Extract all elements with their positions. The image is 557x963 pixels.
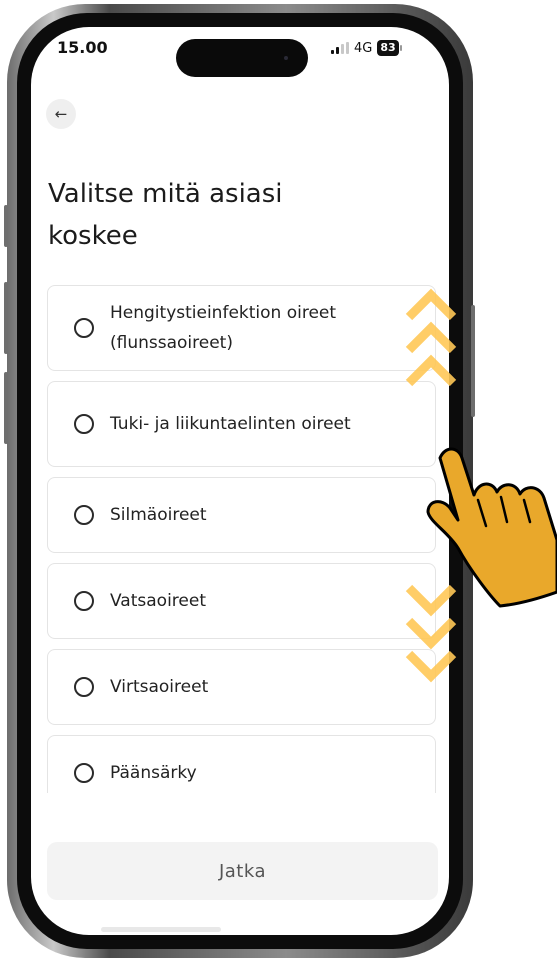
- chevrons-up-icon: [405, 288, 457, 387]
- swipe-hand-icon: [426, 447, 557, 608]
- tutorial-overlay: [405, 288, 557, 683]
- chevrons-down-icon: [405, 584, 457, 683]
